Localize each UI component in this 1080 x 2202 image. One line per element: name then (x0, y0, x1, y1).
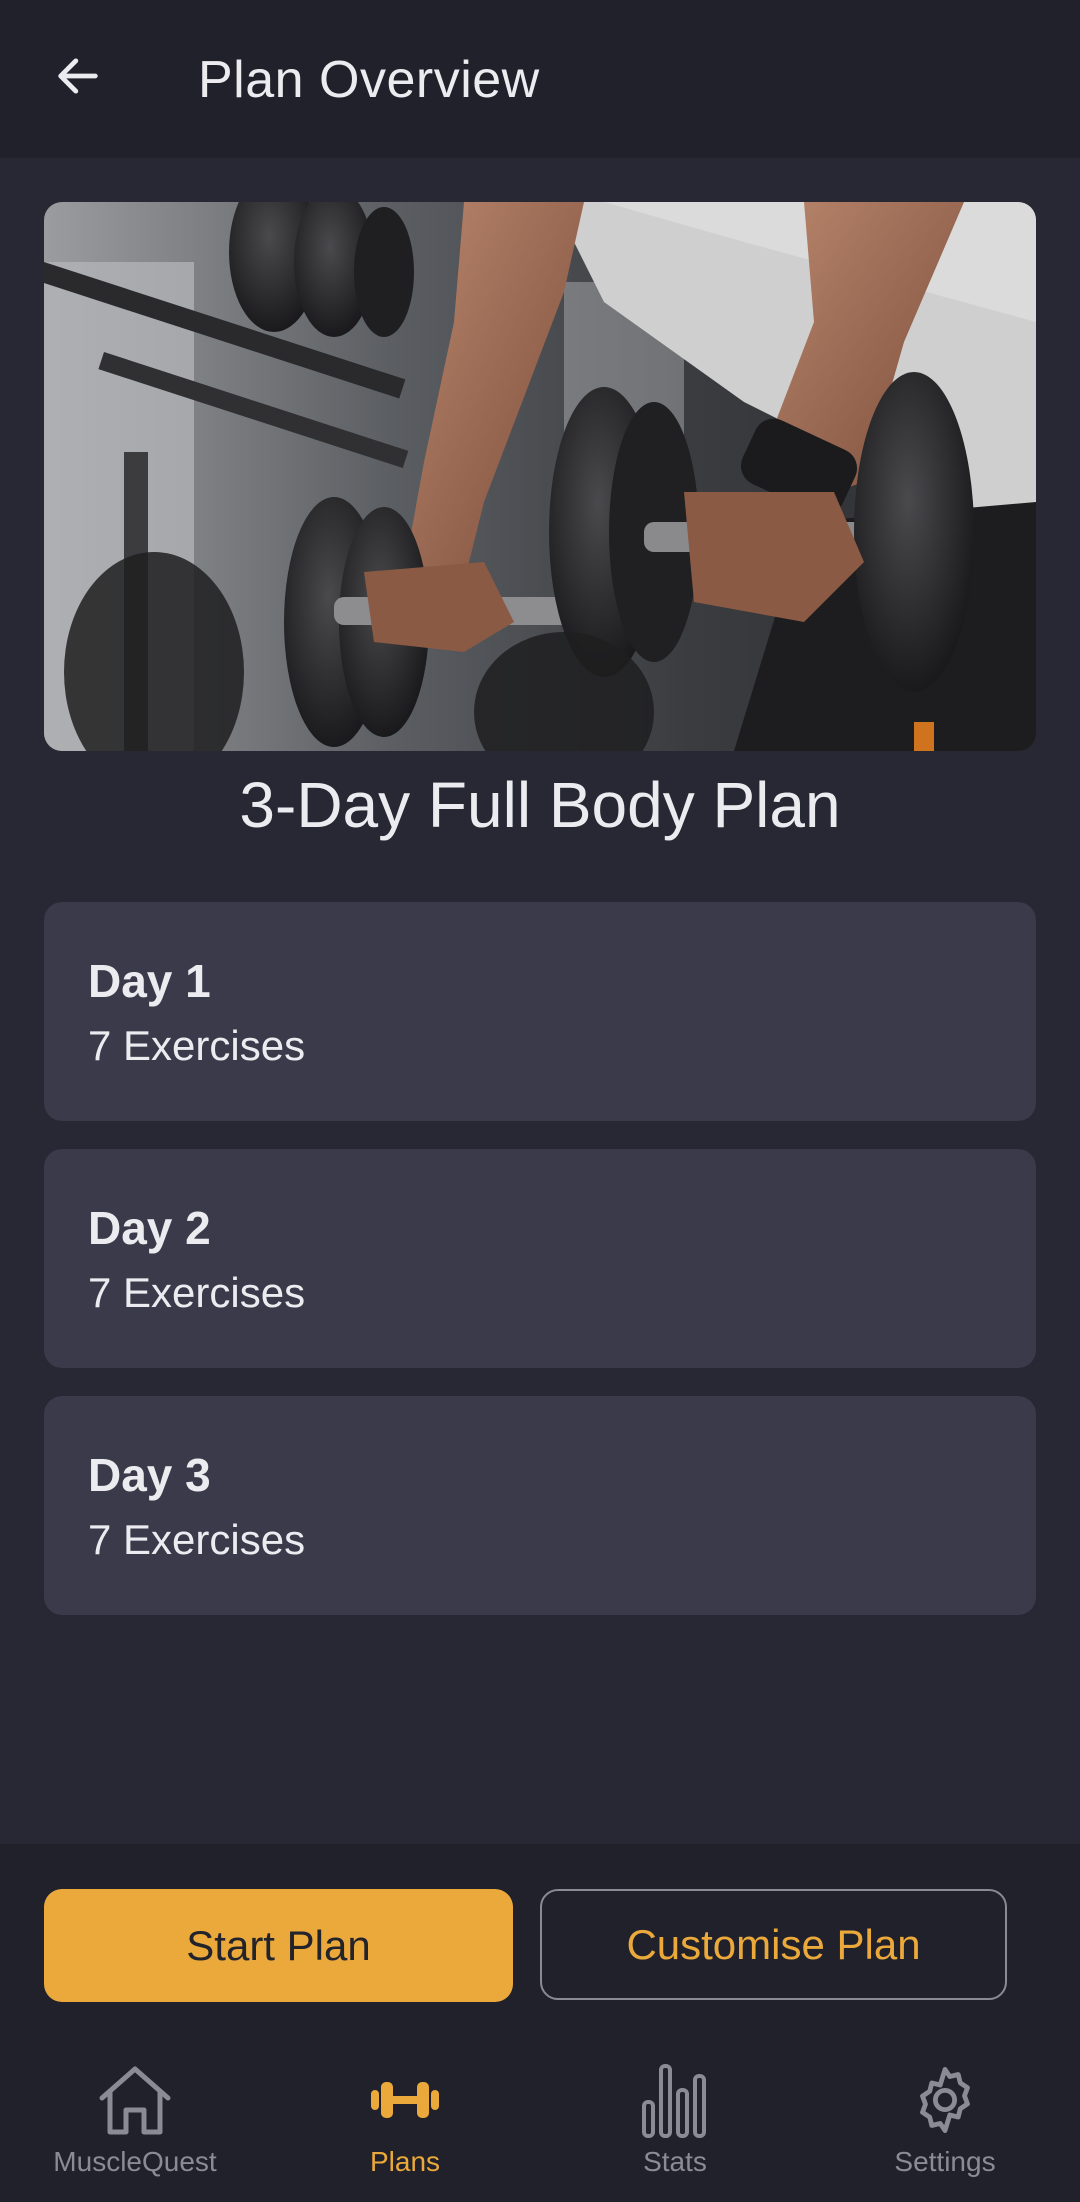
nav-item-stats[interactable]: Stats (575, 2060, 775, 2190)
nav-item-plans[interactable]: Plans (305, 2060, 505, 2190)
nav-item-settings[interactable]: Settings (845, 2060, 1045, 2190)
gear-icon (845, 2060, 1045, 2140)
day-card-3[interactable]: Day 3 7 Exercises (44, 1396, 1036, 1615)
day-card-2[interactable]: Day 2 7 Exercises (44, 1149, 1036, 1368)
day-card-1[interactable]: Day 1 7 Exercises (44, 902, 1036, 1121)
app-root: Plan Overview 3-Day Full Body Plan Day 1… (0, 0, 1080, 2202)
day-name: Day 2 (88, 1202, 211, 1254)
day-name: Day 3 (88, 1449, 211, 1501)
exercise-count: 7 Exercises (88, 1269, 306, 1316)
top-app-bar: Plan Overview (0, 0, 1080, 158)
page-title: Plan Overview (198, 51, 540, 109)
nav-item-musclequest[interactable]: MuscleQuest (35, 2060, 235, 2190)
back-button[interactable] (40, 40, 116, 116)
start-plan-button[interactable]: Start Plan (44, 1889, 513, 2002)
nav-label: MuscleQuest (53, 2146, 217, 2177)
arrow-left-icon (52, 50, 104, 107)
plan-title: 3-Day Full Body Plan (239, 769, 841, 841)
hero-image (44, 202, 1036, 751)
bar-chart-icon (575, 2060, 775, 2140)
customise-plan-button[interactable]: Customise Plan (540, 1889, 1007, 2000)
nav-label: Stats (643, 2146, 707, 2177)
dumbbell-icon (305, 2060, 505, 2140)
nav-label: Settings (894, 2146, 996, 2177)
nav-label: Plans (369, 2146, 441, 2177)
day-name: Day 1 (88, 955, 211, 1007)
exercise-count: 7 Exercises (88, 1022, 306, 1069)
home-icon (35, 2060, 235, 2140)
exercise-count: 7 Exercises (88, 1516, 306, 1563)
